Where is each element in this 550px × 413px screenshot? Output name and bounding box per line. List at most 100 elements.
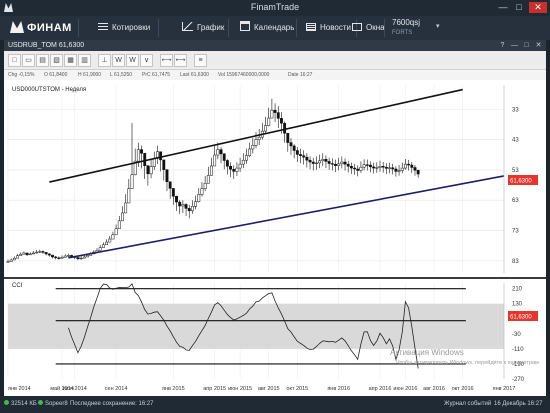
cci-last-marker: 61,6300 <box>508 311 538 321</box>
toolbar-windows[interactable]: Окна <box>352 16 385 40</box>
price-chart[interactable]: 837363534333 21013050-30-110-190-270 янв… <box>4 81 546 396</box>
chart-tool-button[interactable]: ▦ <box>64 54 77 67</box>
maximize-button[interactable]: □ <box>512 2 526 13</box>
candle-body <box>353 167 356 170</box>
news-icon <box>306 23 316 31</box>
candle-body <box>216 149 220 156</box>
candle-body <box>289 142 293 147</box>
candle-body <box>117 220 121 229</box>
candle-body <box>47 253 51 256</box>
candle-body <box>136 149 140 162</box>
window-maximize-button[interactable]: □ <box>522 40 531 51</box>
chart-tool-button[interactable]: ≡ <box>194 54 207 67</box>
candle-body <box>388 167 391 169</box>
candle-body <box>44 252 48 255</box>
candle-body <box>162 159 166 170</box>
candle-body <box>378 166 382 168</box>
pane-divider <box>4 277 546 279</box>
candle-body <box>222 153 226 161</box>
toolbar-calendar[interactable]: Календарь <box>240 16 294 40</box>
candle-body <box>219 149 223 155</box>
candle-body <box>111 234 115 240</box>
window-title: FinamTrade <box>250 2 300 12</box>
event-log-link[interactable]: Журнал событий <box>444 396 491 413</box>
candle-body <box>66 255 70 257</box>
chart-tool-button[interactable]: ⊥ <box>98 54 111 67</box>
candle-body <box>28 253 32 256</box>
chart-tool-button[interactable]: W <box>126 54 139 67</box>
candle-body <box>82 256 86 259</box>
candle-body <box>302 155 306 158</box>
toolbar-chart[interactable]: График <box>182 16 224 40</box>
x-tick-label: янв 2015 <box>162 386 185 392</box>
candle-body <box>410 164 414 168</box>
finam-logo: ФИНАМ <box>10 20 72 36</box>
minimize-button[interactable]: — <box>496 2 510 13</box>
status-dot-icon <box>4 400 9 405</box>
candle-body <box>175 196 178 203</box>
toolbar-quotes[interactable]: Котировки <box>98 16 150 40</box>
candle-body <box>276 112 280 119</box>
candle-body <box>318 160 322 164</box>
chart-tool-button[interactable]: W <box>112 54 125 67</box>
price-tick-label: 63 <box>512 198 519 204</box>
candle-body <box>305 156 309 161</box>
candle-body <box>394 168 398 172</box>
chart-tool-button[interactable]: ▥ <box>78 54 91 67</box>
last-price-label: 61,6300 <box>510 179 532 185</box>
candle-body <box>22 252 26 255</box>
candle-body <box>197 194 201 202</box>
cci-legend: CCI <box>12 283 23 289</box>
help-button[interactable]: ? <box>498 40 507 51</box>
candle-body <box>25 252 29 256</box>
chart-tool-button[interactable]: ▭ <box>22 54 35 67</box>
chart-tool-button[interactable]: ∨ <box>140 54 153 67</box>
candle-body <box>375 167 379 169</box>
candle-body <box>178 201 182 207</box>
candle-body <box>397 170 401 172</box>
price-tick-label: 43 <box>512 138 519 144</box>
chart-toolbar: □ ▭ ▤ ▧ ▦ ▥ ⊥ W W ∨ ⟷ ⟷ ≡ <box>4 51 546 70</box>
chevron-down-icon[interactable]: ▾ <box>436 22 440 30</box>
toolbar-news[interactable]: Новости <box>306 16 351 40</box>
candle-body <box>229 166 232 170</box>
account-selector[interactable]: 7600qsj FORTS <box>392 18 420 38</box>
window-minimize-button[interactable]: — <box>510 40 519 51</box>
x-tick-label: янв 2014 <box>8 386 31 392</box>
price-tick-label: 33 <box>512 107 519 113</box>
candle-body <box>295 150 299 155</box>
chart-tool-button[interactable]: ▤ <box>36 54 49 67</box>
candle-body <box>19 253 23 256</box>
chart-tool-button[interactable]: □ <box>8 54 21 67</box>
info-last: Last 61,6300 <box>180 72 209 78</box>
x-tick-label: апр 2015 <box>203 386 226 392</box>
candle-body <box>400 167 404 171</box>
candle-body <box>210 165 213 176</box>
calendar-icon <box>240 21 250 31</box>
window-close-button[interactable]: ✕ <box>534 40 543 51</box>
cci-tick-label: -270 <box>512 377 525 383</box>
candle-body <box>149 166 153 175</box>
candle-body <box>413 167 417 171</box>
close-button[interactable]: ✕ <box>529 2 547 13</box>
candle-body <box>203 182 207 189</box>
chart-window-header: USDRUB_TOM 61,6300 ? — □ ✕ <box>4 40 546 51</box>
chart-tool-button[interactable]: ⟷ <box>160 54 173 67</box>
logo-text: ФИНАМ <box>27 22 72 34</box>
candle-body <box>334 163 337 166</box>
connection-icon <box>38 400 43 405</box>
info-low: L 61,5250 <box>110 72 133 78</box>
candle-body <box>248 148 252 156</box>
candle-body <box>184 204 188 209</box>
finam-logo-icon <box>10 21 24 33</box>
chart-tool-button[interactable]: ⟷ <box>174 54 187 67</box>
status-bar: 32514 КБ Sopeer8 Последнее сохранение: 1… <box>0 396 550 413</box>
chart-tool-button[interactable]: ▧ <box>50 54 63 67</box>
candle-body <box>356 168 360 171</box>
candle-body <box>6 261 10 263</box>
candle-body <box>152 158 156 167</box>
candle-body <box>264 125 267 132</box>
candle-body <box>407 163 411 166</box>
x-tick-label: сен 2014 <box>105 386 128 392</box>
candle-body <box>362 164 366 168</box>
